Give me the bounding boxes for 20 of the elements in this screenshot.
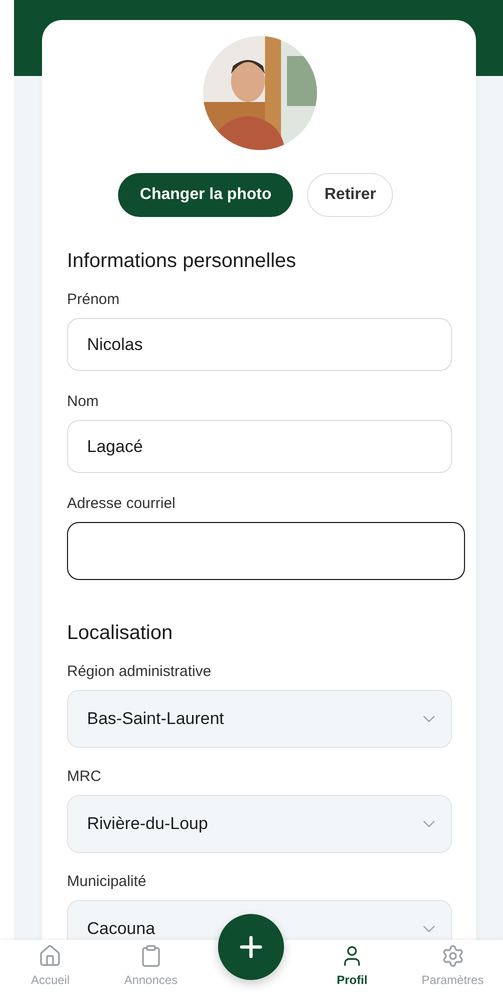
field-label: Prénom — [67, 291, 121, 308]
field-label: Région administrative — [67, 663, 212, 680]
input-field[interactable]: Lagacé — [67, 420, 452, 473]
field-label: MRC — [67, 768, 102, 785]
settings-icon — [440, 944, 465, 968]
home-icon — [38, 944, 62, 968]
select-field[interactable]: Rivière-du-Loup — [67, 795, 452, 853]
section-title: Localisation — [67, 622, 174, 645]
select-field[interactable]: Cacouna — [67, 900, 452, 940]
field-label: Municipalité — [67, 873, 148, 890]
nav-tab[interactable]: Profil — [302, 940, 402, 998]
change-photo-button[interactable]: Changer la photo — [118, 173, 294, 217]
field-label: Adresse courriel — [67, 495, 176, 512]
section-title: Informations personnelles — [67, 250, 298, 273]
remove-button[interactable]: Retirer — [307, 173, 394, 217]
input-field[interactable] — [67, 522, 465, 580]
select-field[interactable]: Bas-Saint-Laurent — [67, 690, 452, 748]
add-button[interactable] — [218, 914, 284, 980]
field-label: Nom — [67, 393, 100, 410]
input-field[interactable]: Nicolas — [67, 318, 452, 371]
